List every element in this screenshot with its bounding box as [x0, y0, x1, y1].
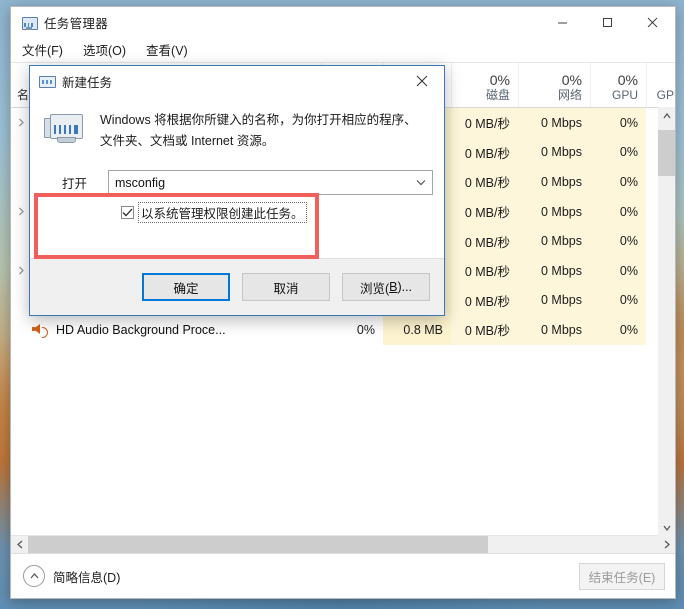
- minimize-icon[interactable]: [540, 7, 585, 38]
- column-header-disk[interactable]: 0% 磁盘: [451, 63, 518, 107]
- open-combobox[interactable]: [108, 170, 433, 195]
- ok-button[interactable]: 确定: [142, 273, 230, 301]
- dialog-description-block: Windows 将根据你所键入的名称，为你打开相应的程序、 文件夹、文档或 In…: [30, 110, 444, 152]
- process-name-label: HD Audio Background Proce...: [56, 322, 226, 337]
- process-gpu-cell: 0%: [590, 137, 646, 168]
- process-disk-cell: 0 MB/秒: [451, 137, 518, 168]
- window-controls: [540, 7, 675, 38]
- column-header-gpue[interactable]: GPU 引擎: [646, 63, 675, 107]
- process-gpu-cell: 0%: [590, 255, 646, 286]
- column-header-value-net: 0%: [561, 72, 582, 88]
- dialog-footer: 确定 取消 浏览(B)...: [30, 258, 444, 315]
- taskmanager-icon: [21, 15, 38, 31]
- process-net-cell: 0 Mbps: [518, 137, 590, 168]
- column-header-net[interactable]: 0% 网络: [518, 63, 590, 107]
- browse-button[interactable]: 浏览(B)...: [342, 273, 430, 301]
- process-gpu-cell: 0%: [590, 226, 646, 256]
- process-net-cell: 0 Mbps: [518, 315, 590, 345]
- process-net-cell: 0 Mbps: [518, 196, 590, 227]
- dialog-title-bar: 新建任务: [30, 66, 444, 96]
- admin-checkbox-label[interactable]: 以系统管理权限创建此任务。: [138, 202, 307, 223]
- horizontal-scrollbar[interactable]: [11, 535, 675, 553]
- column-header-value-gpu: 0%: [617, 72, 638, 88]
- admin-checkbox[interactable]: [121, 206, 134, 219]
- process-disk-cell: 0 MB/秒: [451, 226, 518, 256]
- vertical-scroll-thumb[interactable]: [658, 130, 675, 176]
- process-cpu-cell: 0%: [356, 322, 375, 337]
- open-label: 打开: [62, 177, 88, 191]
- process-net-cell: 0 Mbps: [518, 226, 590, 256]
- browse-suffix: )...: [397, 280, 413, 294]
- process-mem-cell: 0.8 MB: [383, 315, 451, 345]
- process-net-cell: 0 Mbps: [518, 285, 590, 316]
- dialog-body: Windows 将根据你所键入的名称，为你打开相应的程序、 文件夹、文档或 In…: [30, 96, 444, 259]
- menu-file[interactable]: 文件(F): [21, 38, 72, 62]
- expand-chevron-icon[interactable]: [11, 207, 31, 216]
- browse-prefix: 浏览(: [359, 281, 390, 296]
- process-gpu-cell: 0%: [590, 315, 646, 345]
- table-row[interactable]: HD Audio Background Proce... 0% 0.8 MB 0 MB…: [11, 315, 675, 345]
- dialog-title: 新建任务: [62, 75, 113, 90]
- browse-accesskey: B: [389, 280, 398, 294]
- dialog-close-icon[interactable]: [400, 66, 444, 96]
- process-disk-cell: 0 MB/秒: [451, 196, 518, 227]
- window-title: 任务管理器: [44, 17, 109, 31]
- column-header-value-disk: 0%: [489, 72, 510, 88]
- column-header-label-gpu: GPU: [611, 88, 638, 102]
- process-net-cell: 0 Mbps: [518, 255, 590, 286]
- column-header-label-net: 网络: [557, 88, 582, 102]
- column-header-label-disk: 磁盘: [485, 88, 510, 102]
- column-header-label-gpue: GPU 引擎: [656, 88, 675, 102]
- fewer-details-label[interactable]: 简略信息(D): [53, 567, 120, 586]
- scroll-down-icon[interactable]: [658, 519, 675, 536]
- open-field-row: 打开: [30, 170, 444, 195]
- process-gpu-cell: 0%: [590, 196, 646, 227]
- dialog-description: Windows 将根据你所键入的名称，为你打开相应的程序、 文件夹、文档或 In…: [100, 110, 417, 152]
- process-disk-cell: 0 MB/秒: [451, 255, 518, 286]
- process-name-cell: HD Audio Background Proce...: [11, 315, 321, 345]
- menu-view[interactable]: 查看(V): [145, 38, 197, 62]
- horizontal-scroll-track[interactable]: [28, 536, 658, 553]
- menu-options[interactable]: 选项(O): [82, 38, 135, 62]
- vertical-scroll-track[interactable]: [658, 124, 675, 519]
- dialog-description-line2: 文件夹、文档或 Internet 资源。: [100, 134, 275, 148]
- computer-monitor-icon: [44, 112, 86, 152]
- new-task-dialog: 新建任务 Windows 将根据你所键入的名称，为你打开相应的程序、 文件夹、文…: [29, 65, 445, 316]
- process-gpu-cell: 0%: [590, 167, 646, 197]
- scroll-up-icon[interactable]: [658, 107, 675, 124]
- process-net-cell: 0 Mbps: [518, 167, 590, 197]
- column-header-gpu[interactable]: 0% GPU: [590, 63, 646, 107]
- status-bar: 简略信息(D) 结束任务(E): [11, 553, 675, 598]
- process-net-cell: 0 Mbps: [518, 108, 590, 138]
- process-gpu-cell: 0%: [590, 108, 646, 138]
- chevron-down-icon[interactable]: [410, 171, 432, 194]
- process-disk-cell: 0 MB/秒: [451, 315, 518, 345]
- end-task-button[interactable]: 结束任务(E): [579, 562, 665, 590]
- dialog-description-line1: Windows 将根据你所键入的名称，为你打开相应的程序、: [100, 113, 417, 127]
- title-bar: 任务管理器: [11, 7, 675, 38]
- task-manager-window: 任务管理器 文件(F) 选项(O) 查看(V) 名称0%CPU0%内存0%磁盘0…: [10, 6, 676, 599]
- scroll-left-icon[interactable]: [11, 536, 28, 553]
- chevron-up-icon[interactable]: [23, 565, 45, 587]
- process-disk-cell: 0 MB/秒: [451, 285, 518, 316]
- expand-chevron-icon[interactable]: [11, 118, 31, 127]
- vertical-scrollbar[interactable]: [658, 107, 675, 536]
- new-task-icon: [39, 73, 56, 89]
- maximize-icon[interactable]: [585, 7, 630, 38]
- cancel-button[interactable]: 取消: [242, 273, 330, 301]
- open-input[interactable]: [109, 170, 412, 195]
- admin-checkbox-row[interactable]: 以系统管理权限创建此任务。: [30, 202, 444, 223]
- scroll-right-icon[interactable]: [658, 536, 675, 553]
- speaker-icon: [31, 322, 49, 338]
- menu-bar: 文件(F) 选项(O) 查看(V): [11, 38, 675, 62]
- process-disk-cell: 0 MB/秒: [451, 167, 518, 197]
- expand-chevron-icon[interactable]: [11, 266, 31, 275]
- horizontal-scroll-thumb[interactable]: [28, 536, 488, 553]
- process-disk-cell: 0 MB/秒: [451, 108, 518, 138]
- process-gpu-cell: 0%: [590, 285, 646, 316]
- close-icon[interactable]: [630, 7, 675, 38]
